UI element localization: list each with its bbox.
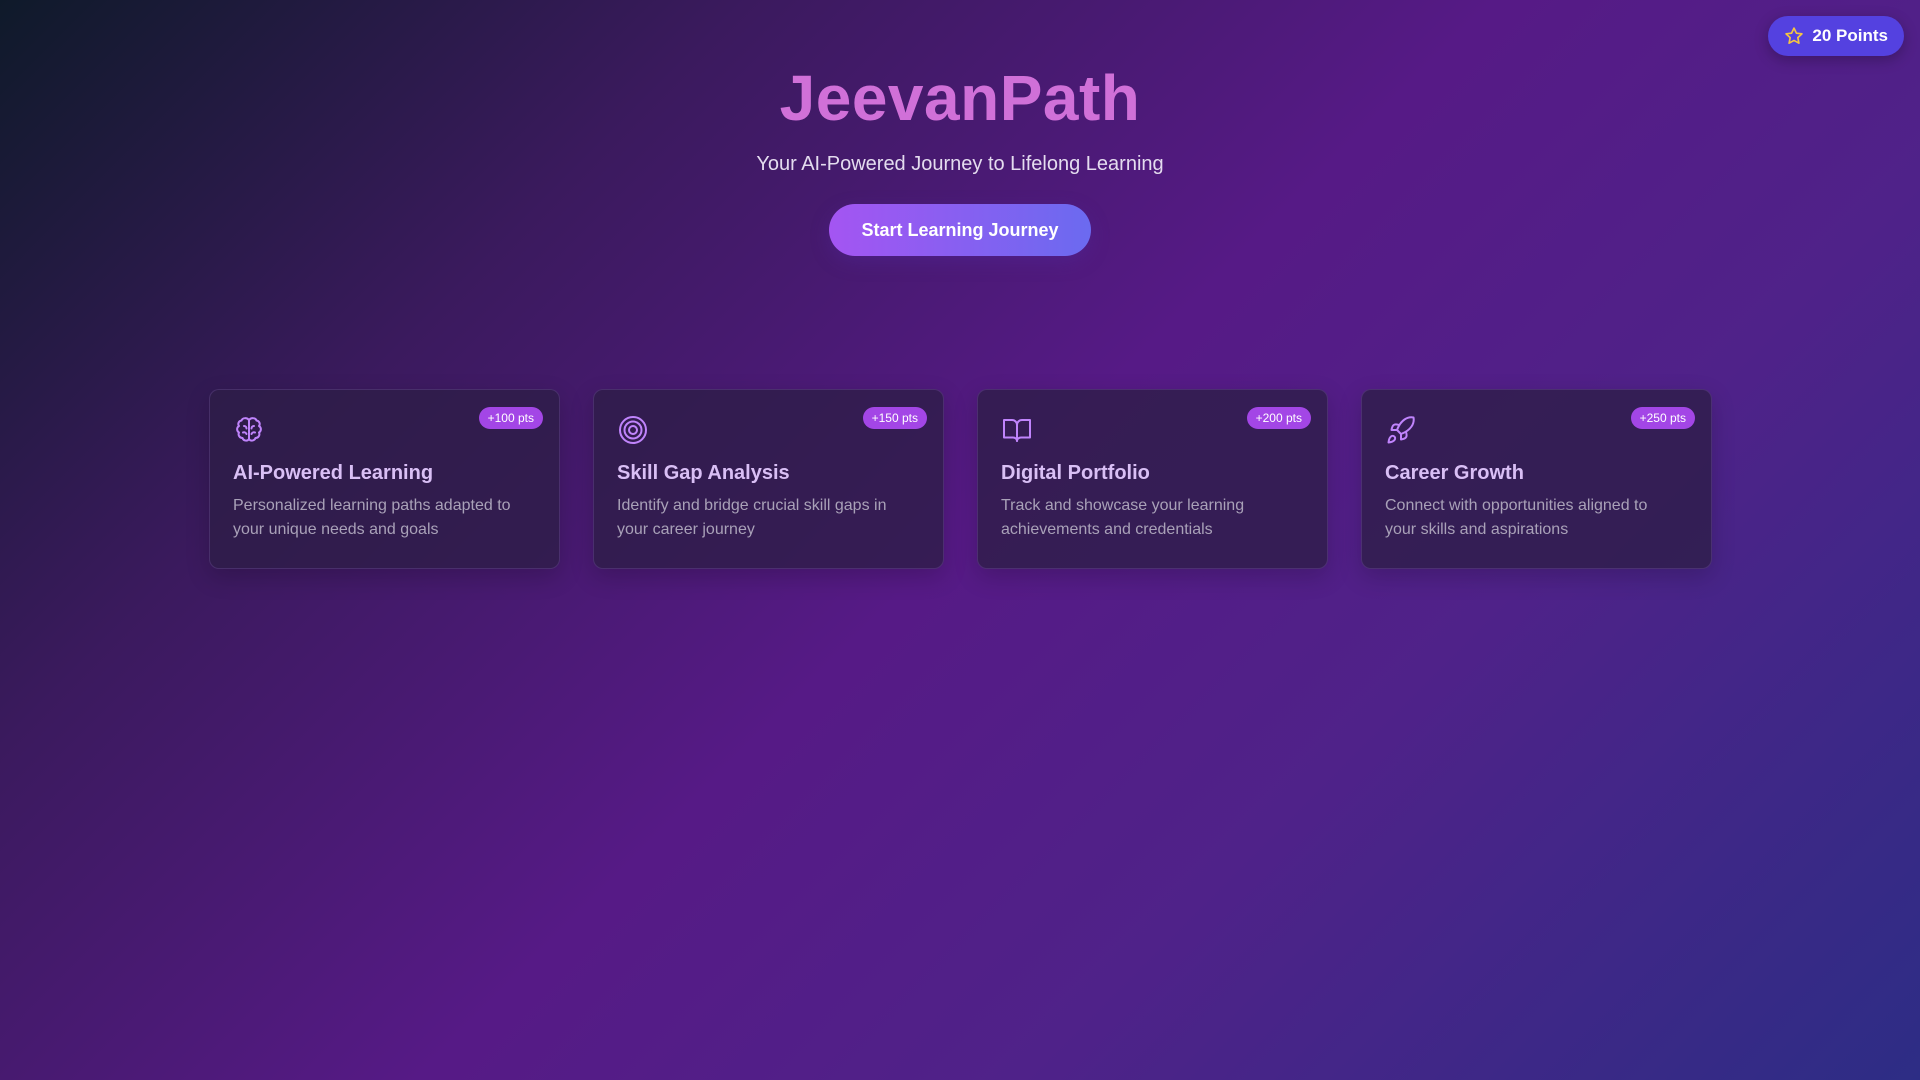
points-reward-badge: +250 pts bbox=[1630, 407, 1695, 429]
book-open-icon bbox=[1001, 414, 1033, 446]
start-learning-button[interactable]: Start Learning Journey bbox=[829, 204, 1091, 256]
card-title: AI-Powered Learning bbox=[233, 462, 434, 484]
card-description: Personalized learning paths adapted to y… bbox=[233, 497, 511, 538]
app-title: JeevanPath bbox=[779, 62, 1141, 134]
feature-cards: +100 pts AI-Powered Learning Personalize… bbox=[209, 389, 1712, 569]
points-reward-badge: +100 pts bbox=[478, 407, 543, 429]
feature-card-skill-gap[interactable]: +150 pts Skill Gap Analysis Identify and… bbox=[593, 389, 944, 569]
card-title: Skill Gap Analysis bbox=[617, 462, 790, 484]
feature-card-portfolio[interactable]: +200 pts Digital Portfolio Track and sho… bbox=[977, 389, 1328, 569]
points-reward-badge: +200 pts bbox=[1246, 407, 1311, 429]
feature-card-career[interactable]: +250 pts Career Growth Connect with oppo… bbox=[1361, 389, 1712, 569]
card-title: Career Growth bbox=[1385, 462, 1524, 484]
app-subtitle: Your AI-Powered Journey to Lifelong Lear… bbox=[756, 153, 1164, 175]
rocket-icon bbox=[1385, 414, 1417, 446]
card-description: Identify and bridge crucial skill gaps i… bbox=[617, 497, 887, 538]
feature-card-ai-learning[interactable]: +100 pts AI-Powered Learning Personalize… bbox=[209, 389, 560, 569]
points-reward-badge: +150 pts bbox=[862, 407, 927, 429]
card-description: Track and showcase your learning achieve… bbox=[1001, 497, 1245, 538]
hero-section: JeevanPath Your AI-Powered Journey to Li… bbox=[0, 0, 1920, 256]
brain-icon bbox=[233, 414, 265, 446]
card-title: Digital Portfolio bbox=[1001, 462, 1150, 484]
card-description: Connect with opportunities aligned to yo… bbox=[1385, 497, 1648, 538]
target-icon bbox=[617, 414, 649, 446]
